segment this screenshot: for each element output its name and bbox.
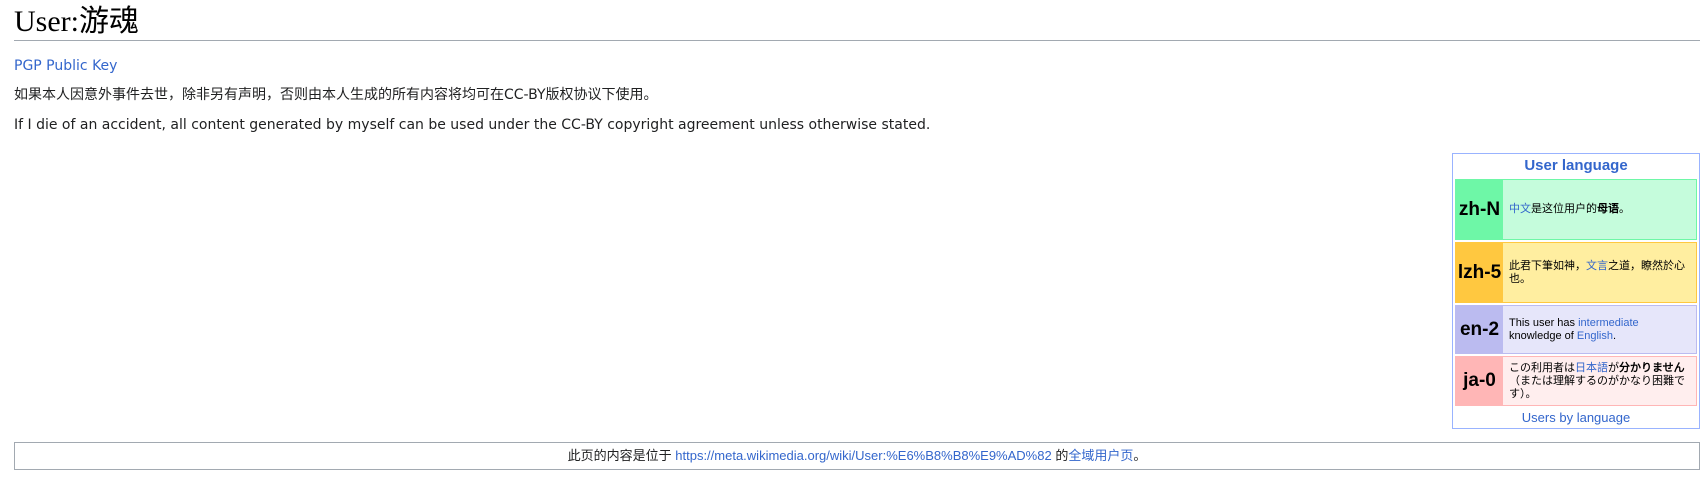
babel-en-desc: This user has intermediate knowledge of … [1503,306,1696,353]
babel-ja-language-link[interactable]: 日本語 [1575,362,1608,374]
notice-suffix: 。 [1133,448,1147,463]
babel-ja-code[interactable]: ja-0 [1456,357,1503,405]
babel-ja: ja-0 この利用者は日本語が分かりません（または理解するのがかなり困難です）。 [1455,356,1697,406]
babel-zh: zh-N 中文是这位用户的母语。 [1455,179,1697,240]
notice-meta-url-link[interactable]: https://meta.wikimedia.org/wiki/User:%E6… [675,448,1051,463]
babel-box: User language zh-N 中文是这位用户的母语。 lzh-5 此君下… [1452,153,1700,429]
babel-lzh-code[interactable]: lzh-5 [1456,243,1503,302]
babel-en-text1: This user has [1509,316,1579,329]
babel-en-text3: . [1612,329,1617,342]
global-user-page-notice: 此页的内容是位于 https://meta.wikimedia.org/wiki… [14,442,1700,470]
babel-en-code[interactable]: en-2 [1456,306,1503,353]
babel-lzh: lzh-5 此君下筆如神，文言之道，瞭然於心也。 [1455,242,1697,303]
babel-en-text2: knowledge of [1509,329,1577,342]
babel-lzh-language-link[interactable]: 文言 [1586,260,1608,272]
babel-en-language-link[interactable]: English [1577,330,1613,342]
babel-lzh-desc: 此君下筆如神，文言之道，瞭然於心也。 [1503,243,1696,302]
babel-zh-code[interactable]: zh-N [1456,180,1503,239]
babel-zh-desc: 中文是这位用户的母语。 [1503,180,1696,239]
users-by-language-link[interactable]: Users by language [1522,410,1630,425]
babel-ja-text2: が [1608,361,1619,374]
statement-en: If I die of an accident, all content gen… [14,117,931,133]
babel-ja-desc: この利用者は日本語が分かりません（または理解するのがかなり困難です）。 [1503,357,1696,405]
user-language-link[interactable]: User language [1524,157,1627,174]
page-title: User:游魂 [14,5,139,38]
babel-en-level-link[interactable]: intermediate [1578,317,1639,329]
babel-zh-text2: 。 [1619,203,1630,215]
notice-prefix: 此页的内容是位于 [567,448,676,463]
statement-zh: 如果本人因意外事件去世，除非另有声明，否则由本人生成的所有内容将均可在CC-BY… [14,87,658,103]
notice-global-user-page-link[interactable]: 全域用户页 [1068,448,1133,463]
babel-zh-language-link[interactable]: 中文 [1509,203,1531,215]
babel-ja-text1: この利用者は [1509,361,1575,374]
babel-ja-bold: 分かりません [1619,361,1685,374]
pgp-public-key-link[interactable]: PGP Public Key [14,56,117,76]
babel-title[interactable]: User language [1453,154,1699,177]
babel-zh-text1: 是这位用户的 [1531,203,1597,215]
babel-zh-bold: 母语 [1597,203,1619,215]
babel-footer: Users by language [1453,408,1699,428]
notice-middle: 的 [1051,448,1069,463]
page-heading: User:游魂 [14,4,1700,41]
babel-ja-text3: （または理解するのがかなり困難です）。 [1509,374,1685,400]
babel-en: en-2 This user has intermediate knowledg… [1455,305,1697,354]
babel-lzh-text1: 此君下筆如神， [1509,259,1586,272]
